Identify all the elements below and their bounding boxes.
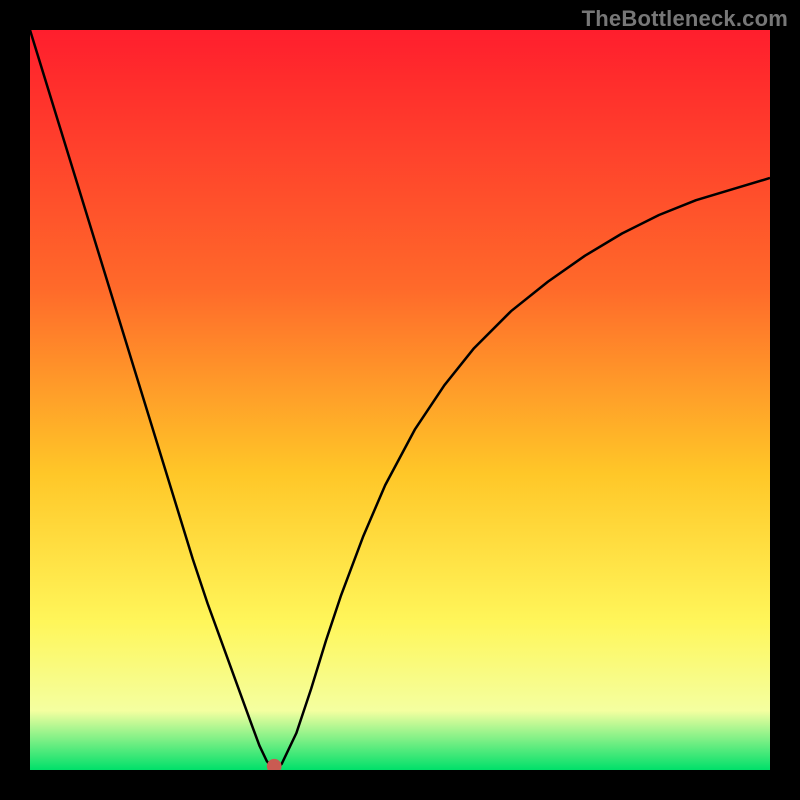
chart-frame: TheBottleneck.com	[0, 0, 800, 800]
bottleneck-chart	[30, 30, 770, 770]
gradient-background	[30, 30, 770, 770]
watermark-text: TheBottleneck.com	[582, 6, 788, 32]
